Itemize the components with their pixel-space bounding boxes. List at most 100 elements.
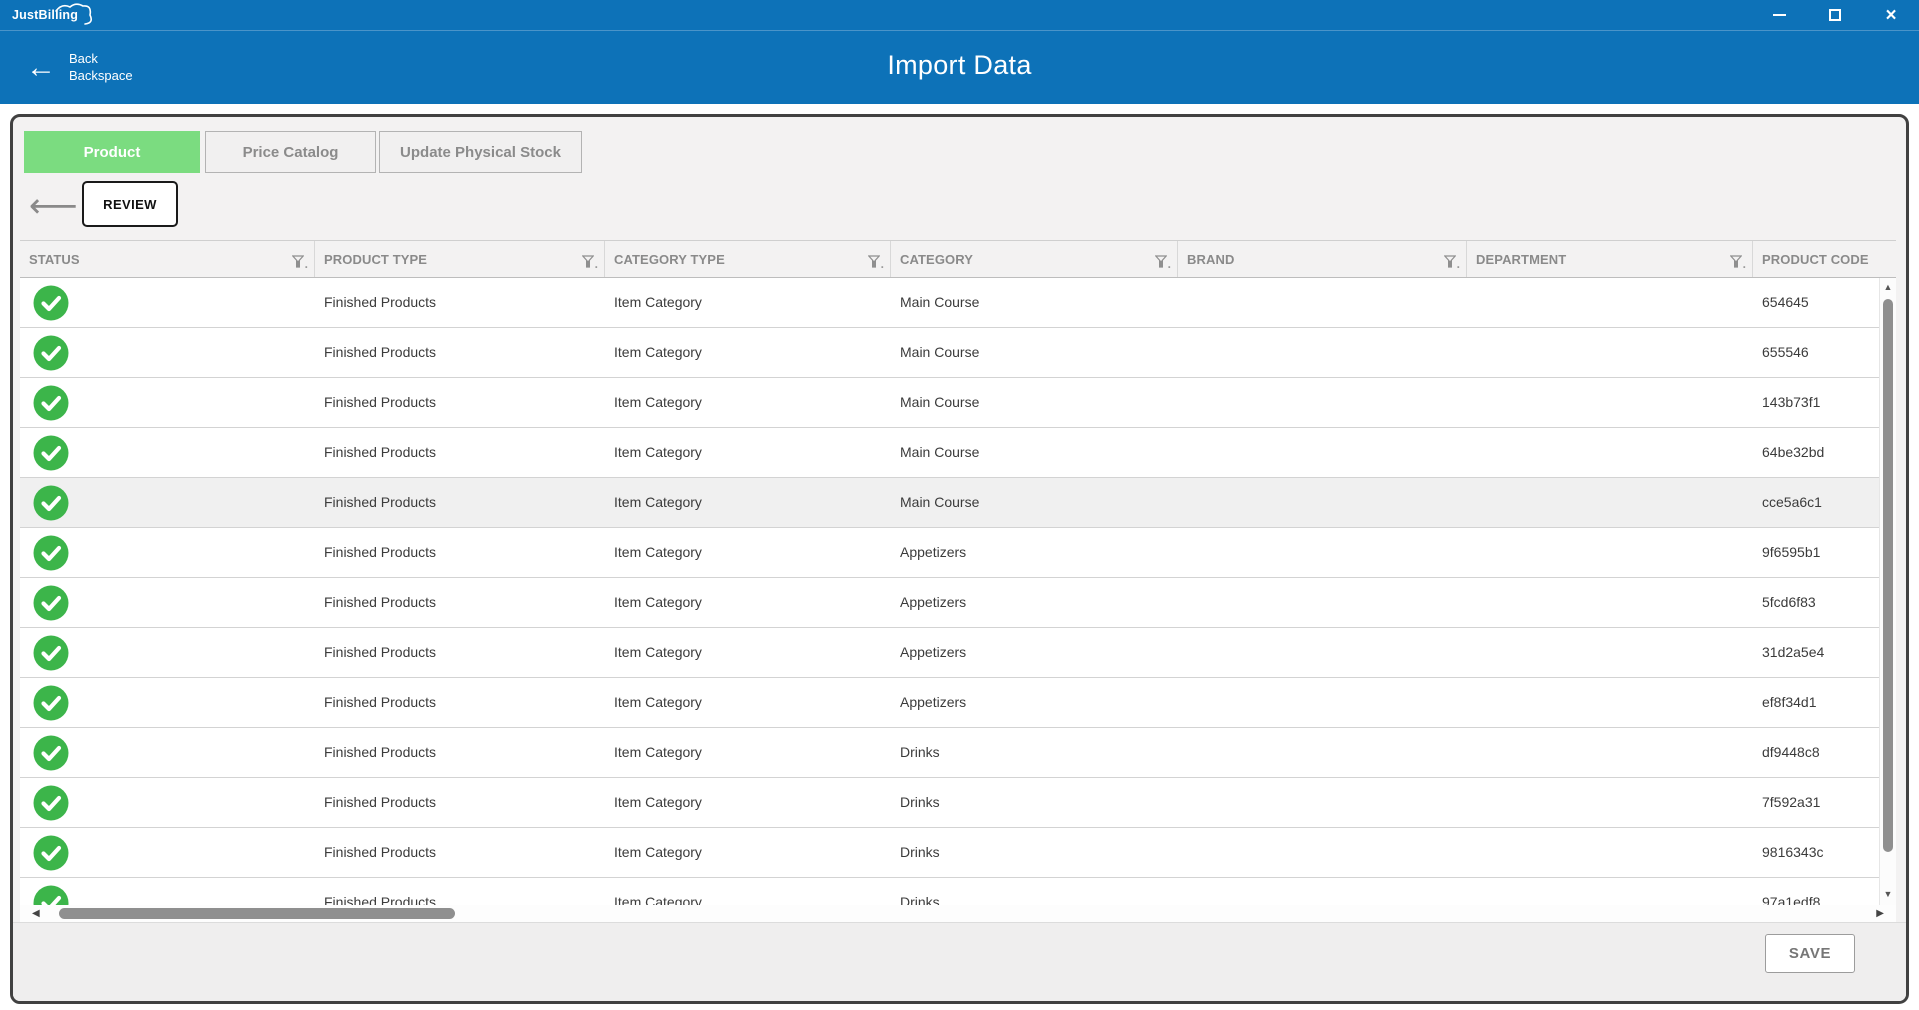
cell-category: Appetizers xyxy=(891,678,1178,727)
maximize-icon xyxy=(1829,9,1841,21)
cell-category-type: Item Category xyxy=(605,278,891,327)
success-check-icon xyxy=(33,835,69,871)
table-row[interactable]: Finished Products Item Category Appetize… xyxy=(20,678,1896,728)
cell-department xyxy=(1467,278,1753,327)
review-back-arrow-icon[interactable]: ⟵ xyxy=(29,189,78,223)
cell-brand xyxy=(1178,728,1467,777)
horizontal-scrollbar-thumb[interactable] xyxy=(59,908,455,919)
column-label: BRAND xyxy=(1187,252,1234,267)
table-row[interactable]: Finished Products Item Category Appetize… xyxy=(20,528,1896,578)
table-row[interactable]: Finished Products Item Category Drinks 9… xyxy=(20,828,1896,878)
cell-product-code: 7f592a31 xyxy=(1753,778,1896,827)
cell-category-type: Item Category xyxy=(605,378,891,427)
filter-icon[interactable]: . xyxy=(1155,255,1171,268)
filter-dot: . xyxy=(305,260,308,268)
grid-body: Finished Products Item Category Main Cou… xyxy=(20,278,1896,905)
cell-brand xyxy=(1178,778,1467,827)
nav-header: ← Back Backspace Import Data xyxy=(0,30,1919,104)
window-controls: × xyxy=(1751,0,1919,30)
cell-product-type: Finished Products xyxy=(315,478,605,527)
scroll-left-icon[interactable]: ◀ xyxy=(32,908,40,919)
close-button[interactable]: × xyxy=(1863,0,1919,30)
success-check-icon xyxy=(33,785,69,821)
filter-icon[interactable]: . xyxy=(868,255,884,268)
close-icon: × xyxy=(1885,6,1896,25)
filter-dot: . xyxy=(595,260,598,268)
table-row[interactable]: Finished Products Item Category Drinks d… xyxy=(20,728,1896,778)
cell-category-type: Item Category xyxy=(605,678,891,727)
maximize-button[interactable] xyxy=(1807,0,1863,30)
vertical-scrollbar[interactable]: ▲ ▼ xyxy=(1879,278,1896,905)
cell-category: Main Course xyxy=(891,278,1178,327)
table-row[interactable]: Finished Products Item Category Appetize… xyxy=(20,628,1896,678)
success-check-icon xyxy=(33,485,69,521)
column-header-category-type[interactable]: CATEGORY TYPE . xyxy=(605,241,891,277)
success-check-icon xyxy=(33,385,69,421)
table-row[interactable]: Finished Products Item Category Drinks 7… xyxy=(20,778,1896,828)
table-row[interactable]: Finished Products Item Category Main Cou… xyxy=(20,278,1896,328)
column-label: PRODUCT CODE xyxy=(1762,252,1869,267)
table-row[interactable]: Finished Products Item Category Main Cou… xyxy=(20,328,1896,378)
scroll-up-icon[interactable]: ▲ xyxy=(1880,282,1896,292)
tab-price-catalog[interactable]: Price Catalog xyxy=(205,131,376,173)
success-check-icon xyxy=(33,735,69,771)
footer-bar: SAVE xyxy=(13,922,1906,1001)
filter-icon[interactable]: . xyxy=(1730,255,1746,268)
cell-product-code: 31d2a5e4 xyxy=(1753,628,1896,677)
cell-product-type: Finished Products xyxy=(315,728,605,777)
cell-status xyxy=(20,828,315,877)
cell-product-type: Finished Products xyxy=(315,628,605,677)
scroll-down-icon[interactable]: ▼ xyxy=(1880,889,1896,899)
filter-icon[interactable]: . xyxy=(292,255,308,268)
column-label: PRODUCT TYPE xyxy=(324,252,427,267)
column-header-product-code[interactable]: PRODUCT CODE . xyxy=(1753,241,1896,277)
cell-brand xyxy=(1178,878,1467,905)
cell-brand xyxy=(1178,428,1467,477)
column-header-category[interactable]: CATEGORY . xyxy=(891,241,1178,277)
cell-category: Appetizers xyxy=(891,628,1178,677)
minimize-button[interactable] xyxy=(1751,0,1807,30)
cell-department xyxy=(1467,828,1753,877)
column-label: CATEGORY TYPE xyxy=(614,252,725,267)
cell-product-code: 97a1edf8 xyxy=(1753,878,1896,905)
cell-product-type: Finished Products xyxy=(315,578,605,627)
save-button[interactable]: SAVE xyxy=(1765,934,1855,973)
data-grid: STATUS . PRODUCT TYPE . CATEGORY TYPE . … xyxy=(20,240,1896,905)
tabs: ProductPrice CatalogUpdate Physical Stoc… xyxy=(24,131,582,173)
cell-category-type: Item Category xyxy=(605,328,891,377)
cell-brand xyxy=(1178,828,1467,877)
column-header-brand[interactable]: BRAND . xyxy=(1178,241,1467,277)
minimize-icon xyxy=(1773,14,1786,16)
cell-product-code: 655546 xyxy=(1753,328,1896,377)
table-row[interactable]: Finished Products Item Category Drinks 9… xyxy=(20,878,1896,905)
success-check-icon xyxy=(33,885,69,906)
scroll-right-icon[interactable]: ▶ xyxy=(1876,908,1884,919)
filter-icon[interactable]: . xyxy=(582,255,598,268)
review-button[interactable]: REVIEW xyxy=(82,181,178,227)
column-header-product-type[interactable]: PRODUCT TYPE . xyxy=(315,241,605,277)
tab-product[interactable]: Product xyxy=(24,131,200,173)
table-row[interactable]: Finished Products Item Category Main Cou… xyxy=(20,428,1896,478)
horizontal-scrollbar[interactable]: ◀ ▶ xyxy=(20,905,1896,922)
column-header-status[interactable]: STATUS . xyxy=(20,241,315,277)
cell-department xyxy=(1467,728,1753,777)
cell-status xyxy=(20,378,315,427)
success-check-icon xyxy=(33,635,69,671)
cell-department xyxy=(1467,378,1753,427)
table-row[interactable]: Finished Products Item Category Main Cou… xyxy=(20,478,1896,528)
cell-product-type: Finished Products xyxy=(315,428,605,477)
cell-brand xyxy=(1178,278,1467,327)
cell-department xyxy=(1467,528,1753,577)
success-check-icon xyxy=(33,435,69,471)
table-row[interactable]: Finished Products Item Category Main Cou… xyxy=(20,378,1896,428)
filter-icon[interactable]: . xyxy=(1444,255,1460,268)
column-header-department[interactable]: DEPARTMENT . xyxy=(1467,241,1753,277)
vertical-scrollbar-thumb[interactable] xyxy=(1883,299,1893,852)
table-row[interactable]: Finished Products Item Category Appetize… xyxy=(20,578,1896,628)
cell-product-type: Finished Products xyxy=(315,828,605,877)
cell-category: Main Course xyxy=(891,328,1178,377)
tab-update-physical-stock[interactable]: Update Physical Stock xyxy=(379,131,582,173)
cell-category: Drinks xyxy=(891,828,1178,877)
cell-category: Main Course xyxy=(891,478,1178,527)
cell-department xyxy=(1467,578,1753,627)
